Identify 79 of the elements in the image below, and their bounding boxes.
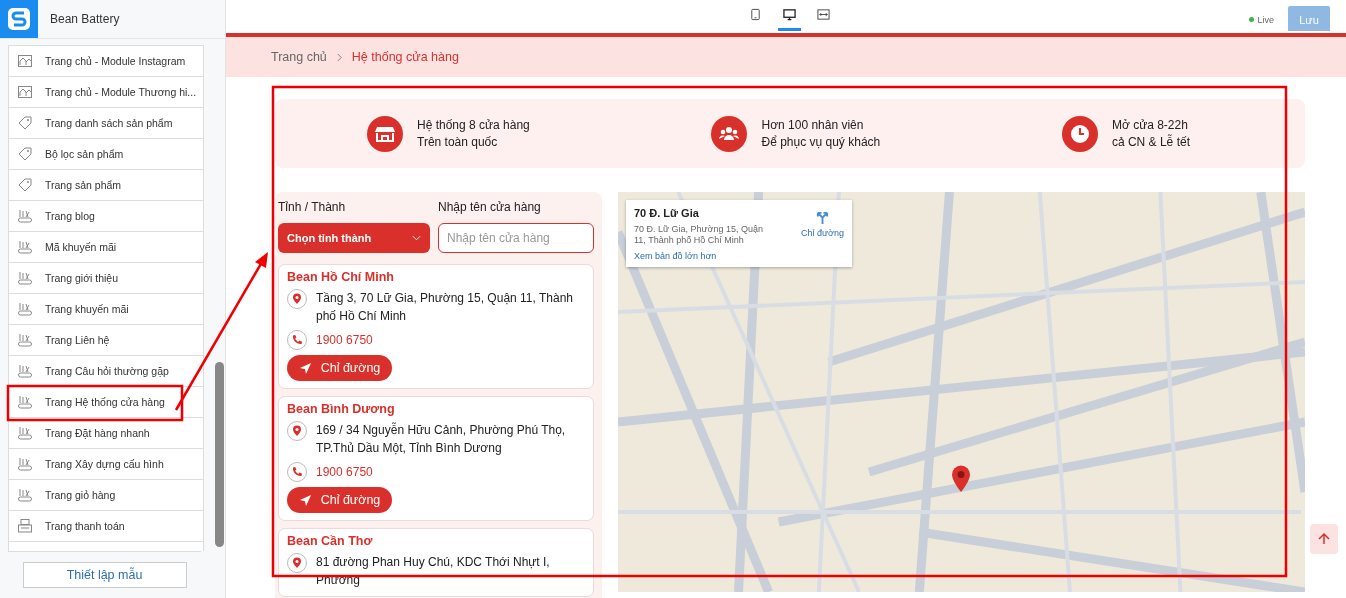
sidebar-item[interactable]: Trang Câu hỏi thường gặp xyxy=(9,356,203,387)
brushes-icon xyxy=(17,456,33,472)
store-icon xyxy=(367,115,403,152)
feature-title: Hệ thống 8 cửa hàng xyxy=(417,118,530,132)
brushes-icon xyxy=(17,332,33,348)
sidebar-item[interactable]: Trang Liên hệ xyxy=(9,325,203,356)
sidebar-item[interactable]: Trang blog xyxy=(9,201,203,232)
expand-width-icon xyxy=(817,8,830,21)
navigation-arrow-icon xyxy=(298,361,312,375)
back-to-top-button[interactable] xyxy=(1310,524,1338,554)
feature-subtitle: Trên toàn quốc xyxy=(417,135,499,149)
directions-button[interactable]: Chỉ đường xyxy=(287,487,392,513)
store-address: Tầng 3, 70 Lữ Gia, Phường 15, Quận 11, Thành phố Hồ Chí Minh xyxy=(316,290,574,325)
province-dropdown[interactable]: Chọn tỉnh thành xyxy=(278,223,430,253)
app-name: Bean Battery xyxy=(50,12,120,26)
tag-icon xyxy=(17,177,33,193)
brushes-icon xyxy=(17,270,33,286)
sidebar-item[interactable]: Trang khuyến mãi xyxy=(9,294,203,325)
navigation-arrow-icon xyxy=(298,493,312,507)
brushes-icon xyxy=(17,301,33,317)
brushes-icon xyxy=(17,487,33,503)
fork-arrow-icon xyxy=(815,210,830,225)
store-phone[interactable]: 1900 6750 xyxy=(316,465,373,479)
setup-template-button[interactable]: Thiết lập mẫu xyxy=(22,562,187,588)
feature-subtitle: Để phục vụ quý khách xyxy=(761,135,881,149)
cash-register-icon xyxy=(17,518,33,534)
location-pin-icon xyxy=(287,421,307,441)
province-label: Tỉnh / Thành xyxy=(278,200,347,214)
monitor-icon xyxy=(783,8,796,21)
phone-icon xyxy=(287,330,307,350)
clock-icon xyxy=(1061,115,1098,152)
store-phone[interactable]: 1900 6750 xyxy=(316,333,373,347)
phone-icon xyxy=(287,462,307,482)
brushes-icon xyxy=(17,425,33,441)
sidebar-item[interactable]: Trang Hệ thống cửa hàng xyxy=(9,387,203,418)
home-picture-icon xyxy=(17,84,33,100)
store-name: Bean Hồ Chí Minh xyxy=(287,270,395,284)
map-pin-icon xyxy=(951,465,971,493)
live-status: Live xyxy=(1249,14,1274,25)
sidebar-item[interactable]: Trang danh sách sản phẩm xyxy=(9,108,203,139)
feature-title: Mở cửa 8-22h xyxy=(1111,118,1189,132)
store-address: 169 / 34 Nguyễn Hữu Cảnh, Phường Phú Thọ, TP.Thủ Dầu Một, Tỉnh Bình Dương xyxy=(316,421,567,457)
brushes-icon xyxy=(17,394,33,410)
store-name: Bean Cần Thơ xyxy=(287,534,374,548)
sidebar-item[interactable]: Trang giới thiệu xyxy=(9,263,203,294)
sidebar-item[interactable]: Trang sản phẩm xyxy=(9,170,203,201)
feature-title: Hơn 100 nhân viên xyxy=(761,118,865,132)
sidebar-item[interactable]: Trang chủ - Module Thương hi... xyxy=(9,77,203,108)
feature-subtitle: cả CN & Lễ tết xyxy=(1111,135,1190,149)
sidebar-item[interactable]: Trang thanh toán xyxy=(9,511,203,542)
store-name: Bean Bình Dương xyxy=(287,402,396,416)
sidebar-item[interactable]: Bộ lọc sản phẩm xyxy=(9,139,203,170)
store-name-field[interactable]: Nhập tên cửa hàng xyxy=(438,223,594,253)
location-pin-icon xyxy=(287,553,307,573)
brushes-icon xyxy=(17,208,33,224)
store-name-label: Nhập tên cửa hàng xyxy=(438,200,542,214)
sidebar-item[interactable]: Mã khuyến mãi xyxy=(9,232,203,263)
brushes-icon xyxy=(17,363,33,379)
sidebar-item[interactable]: Trang Đặt hàng nhanh xyxy=(9,418,203,449)
tag-icon xyxy=(17,115,33,131)
chevron-right-icon xyxy=(335,52,343,62)
people-icon xyxy=(711,115,748,152)
location-pin-icon xyxy=(287,289,307,309)
home-picture-icon xyxy=(17,53,33,69)
place-address: 70 Đ. Lữ Gia, Phường 15, Quận 11, Thành phố Hồ Chí Minh xyxy=(634,224,765,246)
brushes-icon xyxy=(17,239,33,255)
sidebar-item[interactable]: Trang Xây dựng cấu hình xyxy=(9,449,203,480)
larger-map-link[interactable]: Xem bản đồ lớn hơn xyxy=(634,251,774,261)
sidebar-item[interactable]: Trang chủ - Module Instagram xyxy=(9,46,203,77)
place-title: 70 Đ. Lữ Gia xyxy=(634,207,700,219)
tag-icon xyxy=(17,146,33,162)
breadcrumb-link[interactable]: Hệ thống cửa hàng xyxy=(351,50,459,64)
breadcrumb-link[interactable]: Trang chủ xyxy=(271,50,327,64)
directions-button[interactable]: Chỉ đường xyxy=(287,355,392,381)
arrow-up-icon xyxy=(1317,532,1331,546)
phone-device-icon xyxy=(749,8,762,21)
map-directions-link[interactable]: Chỉ đường xyxy=(801,207,844,261)
caret-icon xyxy=(412,235,421,241)
sidebar-item[interactable]: Trang giỏ hàng xyxy=(9,480,203,511)
